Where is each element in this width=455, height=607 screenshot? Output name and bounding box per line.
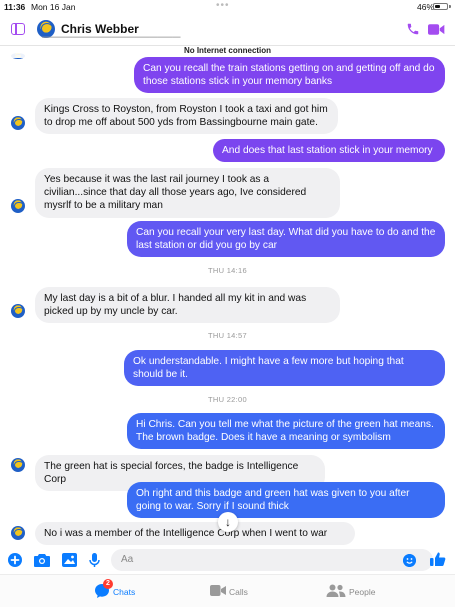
microphone-icon[interactable] [89, 553, 100, 568]
unread-badge: 2 [103, 579, 113, 589]
contact-name[interactable]: Chris Webber [61, 22, 139, 36]
status-time: 11:36 [4, 2, 26, 12]
plus-icon[interactable] [8, 553, 22, 567]
tab-label-chats: Chats [113, 587, 136, 597]
contact-avatar-small [11, 526, 25, 540]
multitasking-dots-icon[interactable]: ••• [216, 0, 230, 11]
camera-icon[interactable] [34, 553, 50, 567]
video-call-icon[interactable] [428, 23, 445, 36]
timestamp-divider: THU 22:00 [208, 395, 247, 404]
tab-label-calls: Calls [229, 587, 248, 597]
message-bubble-outgoing[interactable]: Oh right and this badge and green hat wa… [127, 482, 445, 519]
message-bubble-outgoing[interactable]: Ok understandable. I might have a few mo… [124, 350, 445, 387]
timestamp-divider: THU 14:57 [208, 331, 247, 340]
video-camera-icon [210, 585, 226, 596]
people-icon [326, 584, 346, 597]
message-bubble-outgoing[interactable]: Hi Chris. Can you tell me what the pictu… [127, 413, 445, 450]
status-date: Mon 16 Jan [31, 2, 76, 12]
message-composer: Aa [0, 546, 455, 574]
message-bubble-outgoing[interactable]: And does that last station stick in your… [213, 139, 445, 163]
contact-avatar-small [11, 304, 25, 318]
phone-call-icon[interactable] [406, 22, 420, 36]
thumbs-up-icon[interactable] [430, 551, 446, 567]
message-bubble-outgoing[interactable]: Can you recall the train stations gettin… [134, 57, 445, 94]
message-bubble-incoming[interactable]: Yes because it was the last rail journey… [35, 168, 340, 218]
tab-label-people: People [349, 587, 376, 597]
message-bubble-incoming[interactable]: My last day is a bit of a blur. I handed… [35, 287, 340, 324]
message-bubble-outgoing[interactable]: Can you recall your very last day. What … [127, 221, 445, 258]
status-bar: 11:36 Mon 16 Jan ••• 46% [0, 0, 455, 13]
timestamp-divider: THU 14:16 [208, 266, 247, 275]
scroll-to-bottom-button[interactable]: ↓ [218, 512, 238, 532]
contact-avatar-small [11, 199, 25, 213]
message-input[interactable]: Aa [111, 549, 433, 571]
message-bubble-incoming[interactable]: Kings Cross to Royston, from Royston I t… [35, 98, 338, 135]
message-bubble-incoming[interactable]: No i was a member of the Intelligence Co… [35, 522, 355, 546]
battery-percent: 46% [417, 2, 435, 12]
emoji-icon[interactable] [403, 554, 416, 567]
bottom-tab-bar: 2 Chats Calls People [0, 574, 455, 607]
gallery-icon[interactable] [62, 553, 77, 567]
contact-avatar-small [11, 116, 25, 130]
battery-tip [449, 5, 451, 8]
contact-avatar-small [11, 458, 25, 472]
sidebar-toggle-icon[interactable] [11, 23, 25, 35]
battery-icon [433, 3, 448, 10]
contact-avatar[interactable] [37, 20, 55, 38]
